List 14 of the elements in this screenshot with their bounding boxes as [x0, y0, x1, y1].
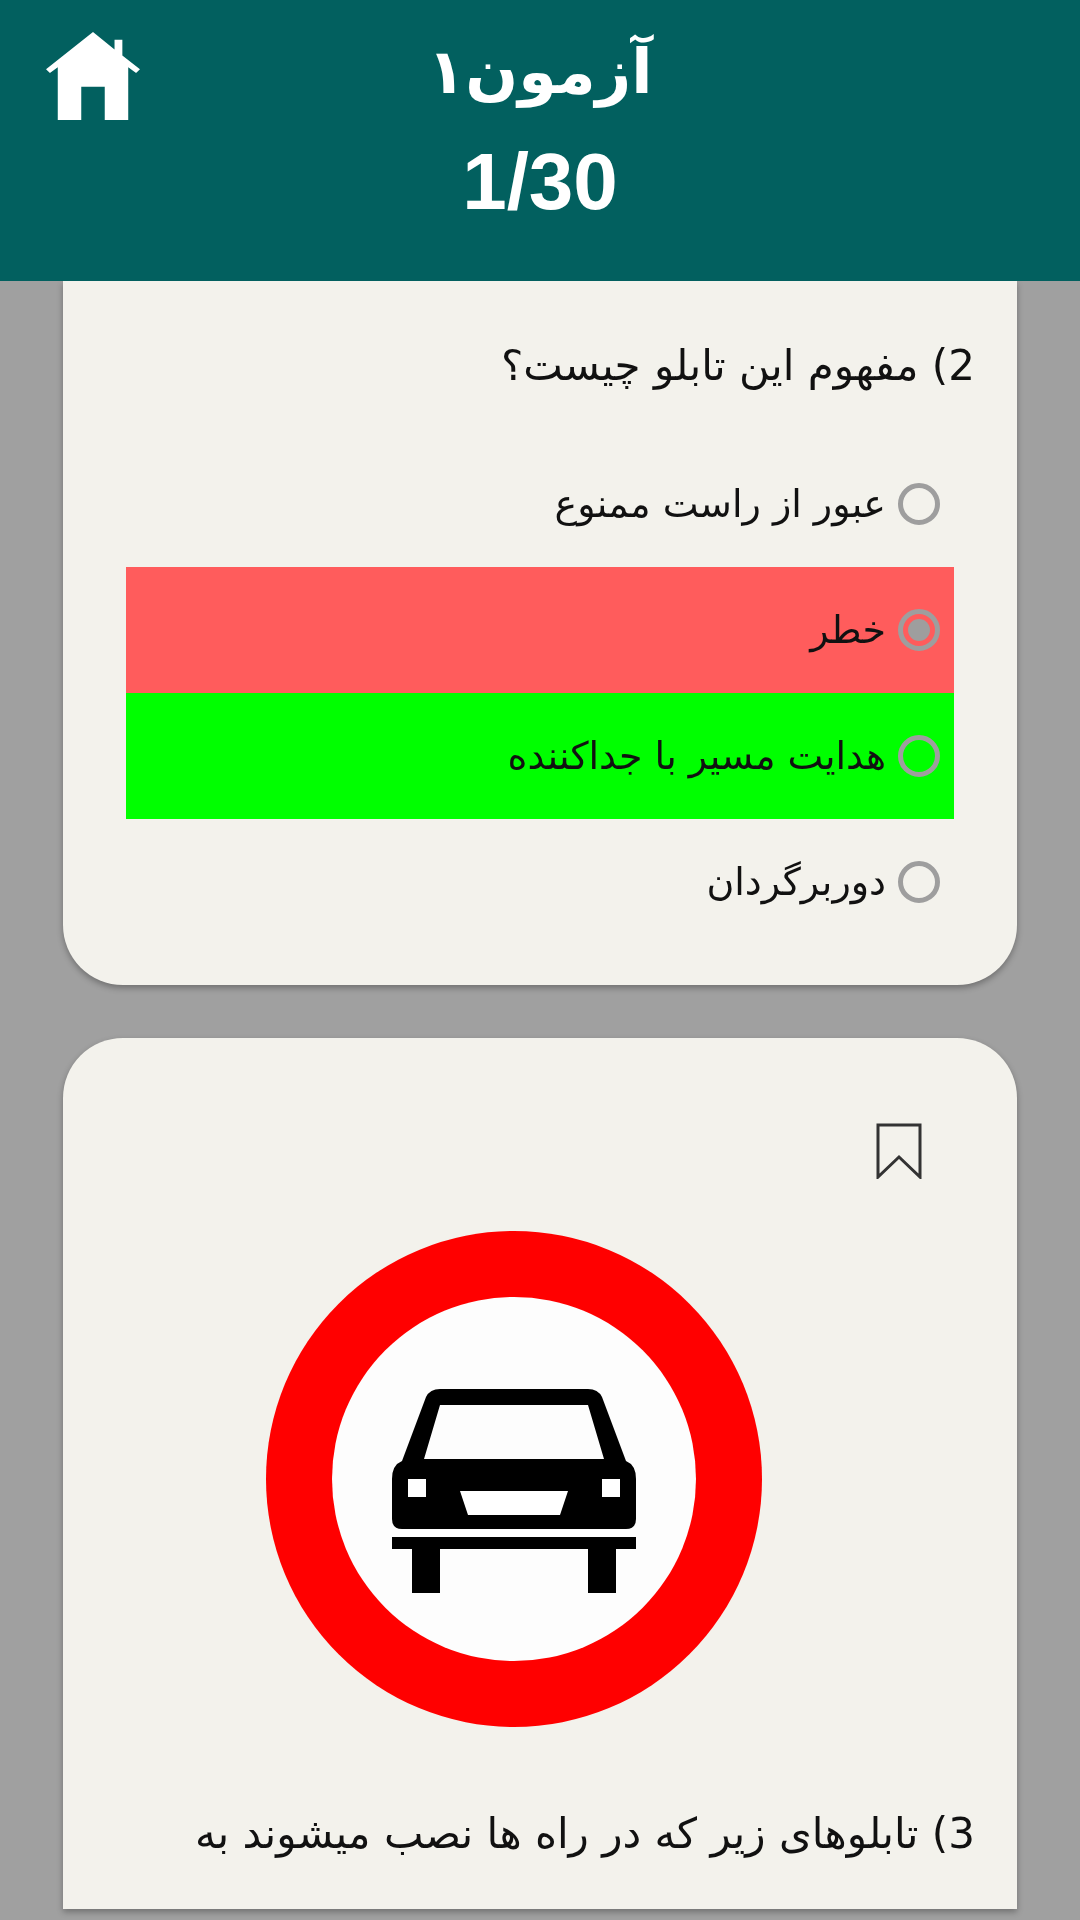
- question-text: 2) مفهوم این تابلو چیست؟: [499, 340, 976, 393]
- answer-option[interactable]: هدایت مسیر با جداکننده: [126, 693, 954, 819]
- answer-option[interactable]: دوربرگردان: [126, 819, 954, 945]
- home-icon[interactable]: [44, 30, 142, 122]
- quiz-title: آزمون۱: [427, 33, 653, 110]
- radio-button[interactable]: [898, 483, 940, 525]
- answer-option[interactable]: خطر: [126, 567, 954, 693]
- radio-button[interactable]: [898, 735, 940, 777]
- bookmark-icon[interactable]: [876, 1123, 922, 1179]
- question-text: 3) تابلوهای زیر که در راه ها نصب میشوند به: [193, 1808, 976, 1860]
- radio-button[interactable]: [898, 609, 940, 651]
- radio-button[interactable]: [898, 861, 940, 903]
- question-counter: 1/30: [462, 136, 618, 228]
- answer-option[interactable]: عبور از راست ممنوع: [126, 441, 954, 567]
